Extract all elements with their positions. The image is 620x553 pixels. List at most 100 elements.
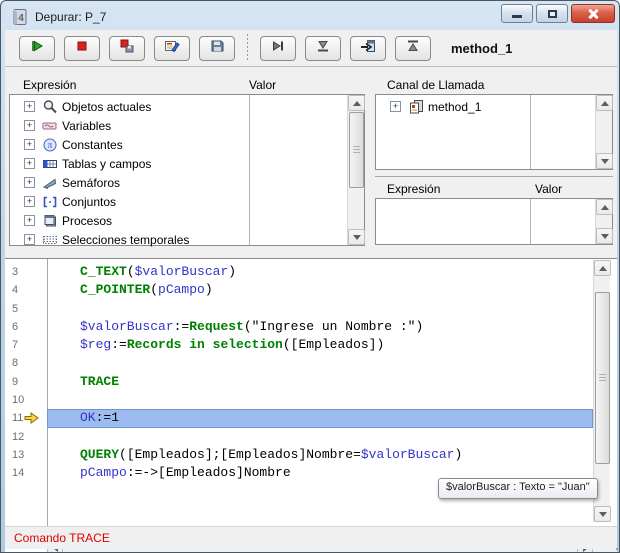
variable-tooltip: $valorBuscar : Texto = "Juan" [438, 478, 598, 499]
window-title: Depurar: P_7 [35, 10, 106, 24]
save-settings-button[interactable] [199, 36, 235, 61]
custom-watch-list[interactable] [375, 198, 613, 245]
watch-item-4[interactable]: +Semáforos [10, 173, 346, 192]
line-number[interactable]: 12 [5, 428, 47, 446]
code-text [47, 354, 593, 372]
step-out-icon [405, 38, 421, 59]
line-number[interactable]: 14 [5, 464, 47, 482]
current-method-label: method_1 [451, 41, 512, 56]
watch-scrollbar[interactable] [347, 95, 364, 245]
call-chain-item-0[interactable]: +method_1 [376, 97, 594, 116]
watch-item-label: Tablas y campos [62, 157, 151, 171]
code-line-7[interactable]: 7$reg:=Records in selection([Empleados]) [5, 336, 593, 354]
abort-and-save-button[interactable] [109, 36, 145, 61]
line-number[interactable]: 8 [5, 354, 47, 372]
code-line-13[interactable]: 13QUERY([Empleados];[Empleados]Nombre=$v… [5, 446, 593, 464]
code-text [47, 428, 593, 446]
step-into-process-button[interactable] [350, 36, 386, 61]
line-number[interactable]: 11 [5, 409, 47, 427]
tables-icon [42, 156, 58, 172]
watch-item-5[interactable]: + Conjuntos [10, 192, 346, 211]
expand-icon[interactable]: + [24, 215, 35, 226]
watch-item-7[interactable]: + Selecciones temporales [10, 230, 346, 249]
watch-item-label: Constantes [62, 138, 123, 152]
line-number[interactable]: 6 [5, 318, 47, 336]
line-number[interactable]: 7 [5, 336, 47, 354]
code-text: OK:=1 [47, 409, 593, 427]
abort-button[interactable] [64, 36, 100, 61]
code-line-11[interactable]: 11OK:=1 [5, 409, 593, 427]
watch-item-2[interactable]: + π Constantes [10, 135, 346, 154]
custom-expression-header: Expresión [387, 182, 440, 196]
watch-item-0[interactable]: +Objetos actuales [10, 97, 346, 116]
code-text: QUERY([Empleados];[Empleados]Nombre=$val… [47, 446, 593, 464]
edit-method-button[interactable] [154, 36, 190, 61]
code-line-10[interactable]: 10 [5, 391, 593, 409]
step-out-button[interactable] [395, 36, 431, 61]
toolbar-separator [247, 34, 248, 62]
expand-icon[interactable]: + [24, 158, 35, 169]
scroll-down-icon [353, 235, 361, 240]
method-icon [408, 99, 424, 115]
watch-value-header: Valor [249, 78, 276, 92]
code-editor[interactable]: 3C_TEXT($valorBuscar)4C_POINTER(pCampo)5… [5, 258, 617, 553]
semaphores-icon [42, 175, 58, 191]
svg-text:π: π [48, 140, 53, 150]
right-panel-splitter[interactable] [375, 176, 613, 177]
call-chain-list[interactable]: +method_1 [375, 94, 613, 170]
expand-icon[interactable]: + [24, 177, 35, 188]
save-icon [209, 38, 225, 59]
code-line-5[interactable]: 5 [5, 300, 593, 318]
custom-watch-scrollbar[interactable] [595, 199, 612, 244]
debugger-window: 4 Depurar: P_7 method_1 Expresión Valor … [0, 0, 620, 553]
line-number[interactable]: 4 [5, 281, 47, 299]
minimize-button[interactable] [501, 4, 533, 23]
scroll-down-icon [601, 234, 609, 239]
code-text: C_TEXT($valorBuscar) [47, 263, 593, 281]
expand-icon[interactable]: + [24, 139, 35, 150]
line-number[interactable]: 13 [5, 446, 47, 464]
code-text: C_POINTER(pCampo) [47, 281, 593, 299]
step-over-icon [270, 38, 286, 59]
line-number[interactable]: 9 [5, 373, 47, 391]
watch-item-label: Conjuntos [62, 195, 116, 209]
code-line-8[interactable]: 8 [5, 354, 593, 372]
code-line-4[interactable]: 4C_POINTER(pCampo) [5, 281, 593, 299]
line-number[interactable]: 10 [5, 391, 47, 409]
watch-item-6[interactable]: +Procesos [10, 211, 346, 230]
4d-app-icon: 4 [11, 8, 29, 26]
step-over-button[interactable] [260, 36, 296, 61]
scroll-up-icon [599, 266, 607, 271]
watch-item-1[interactable]: + Variables [10, 116, 346, 135]
expand-icon[interactable]: + [24, 101, 35, 112]
minimize-icon [512, 15, 522, 18]
code-line-12[interactable]: 12 [5, 428, 593, 446]
code-line-6[interactable]: 6$valorBuscar:=Request("Ingrese un Nombr… [5, 318, 593, 336]
watch-list[interactable]: +Objetos actuales+Variables+πConstantes+… [9, 94, 365, 246]
call-chain-scrollbar[interactable] [595, 95, 612, 169]
expand-icon[interactable]: + [24, 196, 35, 207]
code-line-3[interactable]: 3C_TEXT($valorBuscar) [5, 263, 593, 281]
watch-item-label: Selecciones temporales [62, 233, 189, 247]
code-line-9[interactable]: 9TRACE [5, 373, 593, 391]
close-button[interactable] [571, 4, 615, 23]
expand-icon[interactable]: + [24, 120, 35, 131]
resize-grip-icon[interactable] [612, 544, 614, 546]
expand-icon[interactable]: + [390, 101, 401, 112]
no-trace-button[interactable] [19, 36, 55, 61]
line-number[interactable]: 3 [5, 263, 47, 281]
restore-button[interactable] [536, 4, 568, 23]
expand-icon[interactable]: + [24, 234, 35, 245]
code-text: $reg:=Records in selection([Empleados]) [47, 336, 593, 354]
custom-value-header: Valor [535, 182, 562, 196]
step-into-button[interactable] [305, 36, 341, 61]
code-text [47, 391, 593, 409]
processes-icon [42, 213, 58, 229]
sets-icon [42, 194, 58, 210]
watch-item-label: Variables [62, 119, 111, 133]
scroll-down-icon [601, 159, 609, 164]
status-message: Comando TRACE [14, 531, 110, 545]
watch-item-3[interactable]: + Tablas y campos [10, 154, 346, 173]
line-number[interactable]: 5 [5, 300, 47, 318]
custom-watch-column-divider[interactable] [530, 199, 531, 244]
